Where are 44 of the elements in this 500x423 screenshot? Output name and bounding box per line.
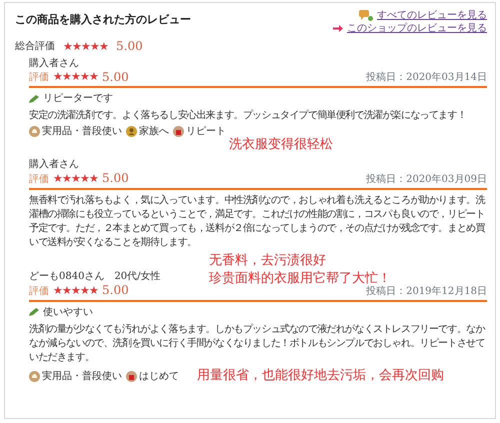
review-title: 使いやすい: [43, 306, 93, 319]
review-score: 5.00: [102, 171, 129, 187]
review-score: 5.00: [102, 283, 129, 299]
hand-icon: [29, 370, 40, 382]
review-link[interactable]: このショップのレビューを見る: [347, 22, 487, 35]
person-icon: [126, 126, 137, 138]
star-rating: ★★★★★: [53, 284, 98, 298]
reviewer-name: どーも0840さん 20代/女性: [29, 270, 161, 284]
rating-label: 評価: [29, 70, 49, 84]
review-link[interactable]: すべてのレビューを見る: [377, 9, 487, 22]
review-text: 安定の洗濯洗剤です。よく落ちるし安心出来ます。プッシュタイプで簡単便利で洗濯が楽になってます！: [29, 109, 468, 124]
review-title: リピーターです: [43, 92, 113, 106]
review-score: 5.00: [102, 70, 129, 86]
tag-label: リピート: [186, 125, 226, 138]
post-date: 投稿日：2020年03月14日: [366, 70, 487, 84]
hand-icon: [29, 126, 40, 138]
star-rating: ★★★★★: [63, 40, 108, 54]
pencil-icon: [29, 94, 39, 103]
annotation-text: 珍贵面料的衣服用它帮了大忙！: [209, 270, 391, 286]
overall-score: 5.00: [116, 39, 143, 55]
reviewer-name: 購入者さん: [29, 158, 79, 172]
annotation-text: 用量很省，也能很好地去污垢，会再次回购: [197, 366, 444, 385]
tag-label: はじめて: [139, 370, 179, 383]
chat-icon: [359, 10, 373, 21]
annotation-text: 无香料，去污渍很好: [209, 252, 327, 270]
star-rating: ★★★★★: [53, 70, 98, 85]
overall-rating-label: 総合評価: [15, 40, 55, 54]
post-date: 投稿日：2019年12月18日: [366, 284, 487, 298]
reviewer-name: 購入者さん: [29, 56, 79, 70]
tag-label: 実用品・普段使い: [42, 125, 122, 138]
rating-label: 評価: [29, 172, 49, 186]
pencil-icon: [29, 308, 39, 316]
post-date: 投稿日：2020年03月09日: [366, 172, 487, 186]
arrow-icon: [333, 25, 343, 32]
section-title: この商品を購入された方のレビュー: [15, 13, 191, 28]
tag-label: 実用品・普段使い: [42, 370, 122, 383]
tag-label: 家族へ: [139, 125, 169, 138]
star-rating: ★★★★★: [53, 172, 98, 186]
review-text: 洗剤の量が少なくても汚れがよく落ちます。しかもプッシュ式なので液だれがなくストレスフリーです。なかなか減らないので、洗剤を買いに行く手間がなくなりました！ボトルもシンプルでおしゃれ。リピートさせていただきます。: [29, 322, 486, 365]
bag-icon: [126, 370, 137, 382]
rating-label: 評価: [29, 284, 49, 298]
bag-icon: [173, 126, 184, 138]
annotation-text: 洗衣服变得很轻松: [229, 136, 333, 154]
review-text: 無香料で汚れ落ちもよく，気に入っています。中性洗剤なので，おしゃれ着も洗えるところが助かります。洗濯槽の掃除にも役立っているということで，満足です。これだけの性能の割に，コスパも良いので，リピート予定です。ただ，２本まとめて買っても，送料が２倍になってしまうので，その点だけが残念です。まとめ買いで送料が安くなることを期待します。: [29, 194, 486, 250]
